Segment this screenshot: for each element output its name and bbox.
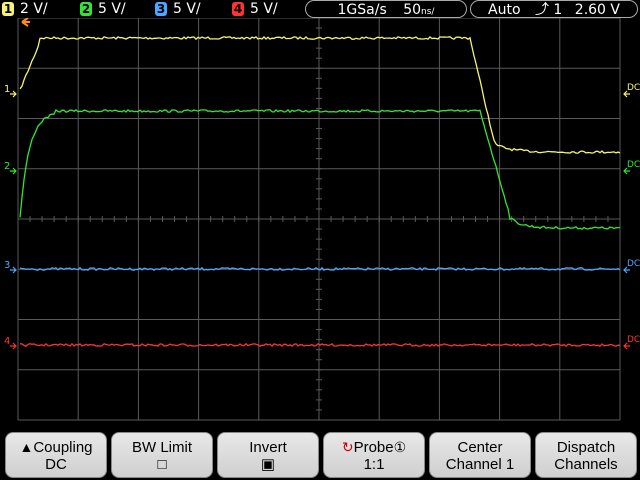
channel-3-badge: 3 <box>155 2 167 16</box>
channel-2-trace <box>19 108 621 230</box>
channel-2-scale[interactable]: 2 5 V/ <box>80 1 126 17</box>
ch2-ground-arrow-icon <box>10 167 17 175</box>
graticule-grid <box>17 17 621 421</box>
trigger-mode: Auto <box>488 2 521 18</box>
channel-4-scale-text: 5 V/ <box>250 1 278 17</box>
coupling-softkey[interactable]: ▲Coupling DC <box>5 432 107 478</box>
probe-softkey[interactable]: ↻Probe① 1:1 <box>323 432 425 478</box>
bw-limit-checkbox: □ <box>157 456 167 473</box>
ch4-ground-label: 4 <box>4 336 10 347</box>
channel-2-badge: 2 <box>80 2 92 16</box>
ch3-ground-label: 3 <box>4 260 10 271</box>
channel-3-scale-text: 5 V/ <box>173 1 201 17</box>
channel-4-trace <box>19 342 621 348</box>
channel-4-scale[interactable]: 4 5 V/ <box>232 1 278 17</box>
waveform-svg: 1 DC 2 DC 3 DC 4 DC <box>4 17 640 421</box>
trigger-source: 1 <box>553 2 563 18</box>
time-scale-value: 50 <box>403 2 422 18</box>
probe-label: Probe <box>353 439 394 456</box>
dispatch-label: Dispatch <box>556 439 616 456</box>
trigger-position-icon <box>21 17 30 27</box>
ch1-coupling-label: DC <box>627 83 640 93</box>
trigger-level: 2.60 V <box>574 2 620 18</box>
ch3-ground-arrow-icon <box>10 266 17 274</box>
center-value: Channel 1 <box>445 456 515 473</box>
knob-badge-icon: ① <box>393 439 407 455</box>
time-scale-unit: ns/ <box>421 7 435 17</box>
ch3-coupling-label: DC <box>627 259 640 269</box>
bw-limit-softkey[interactable]: BW Limit □ <box>111 432 213 478</box>
channel-1-badge: 1 <box>2 2 14 16</box>
ch1-ground-arrow-icon <box>10 90 17 98</box>
invert-softkey[interactable]: Invert ▣ <box>217 432 319 478</box>
ch4-ground-arrow-icon <box>10 342 17 350</box>
dispatch-value: Channels <box>554 456 618 473</box>
coupling-value: DC <box>45 456 67 473</box>
timebase-box[interactable]: 1GSa/s 50ns/ <box>305 0 467 18</box>
ch1-ground-label: 1 <box>4 84 10 95</box>
channel-1-scale-text: 2 V/ <box>20 1 48 17</box>
bw-limit-label: BW Limit <box>132 439 192 456</box>
channel-1-trace <box>19 35 621 154</box>
dispatch-channels-softkey[interactable]: Dispatch Channels <box>535 432 637 478</box>
coupling-label: Coupling <box>33 439 93 456</box>
waveform-display: 1 DC 2 DC 3 DC 4 DC <box>0 0 640 430</box>
invert-label: Invert <box>249 439 287 456</box>
softkey-menu: ▲Coupling DC BW Limit □ Invert ▣ ↻Probe①… <box>0 430 640 480</box>
rising-edge-icon: ⤴ <box>534 2 549 18</box>
ch4-coupling-label: DC <box>627 335 640 345</box>
channel-4-badge: 4 <box>232 2 244 16</box>
ch2-ground-label: 2 <box>4 161 10 172</box>
probe-value: 1:1 <box>363 456 385 473</box>
sample-rate: 1GSa/s <box>337 2 387 18</box>
channel-2-scale-text: 5 V/ <box>98 1 126 17</box>
channel-1-scale[interactable]: 1 2 V/ <box>2 1 48 17</box>
center-channel-softkey[interactable]: Center Channel 1 <box>429 432 531 478</box>
channel-3-scale[interactable]: 3 5 V/ <box>155 1 201 17</box>
trigger-box[interactable]: Auto ⤴ 1 2.60 V <box>470 0 638 18</box>
invert-checkbox: ▣ <box>260 456 276 473</box>
rotate-knob-icon: ↻ <box>341 439 354 455</box>
ch2-coupling-label: DC <box>627 160 640 170</box>
time-scale: 50ns/ <box>403 2 434 18</box>
status-bar: 1 2 V/ 2 5 V/ 3 5 V/ 4 5 V/ 1GSa/s 50ns/… <box>0 0 640 18</box>
center-label: Center <box>457 439 503 456</box>
up-arrow-icon: ▲ <box>19 439 34 455</box>
